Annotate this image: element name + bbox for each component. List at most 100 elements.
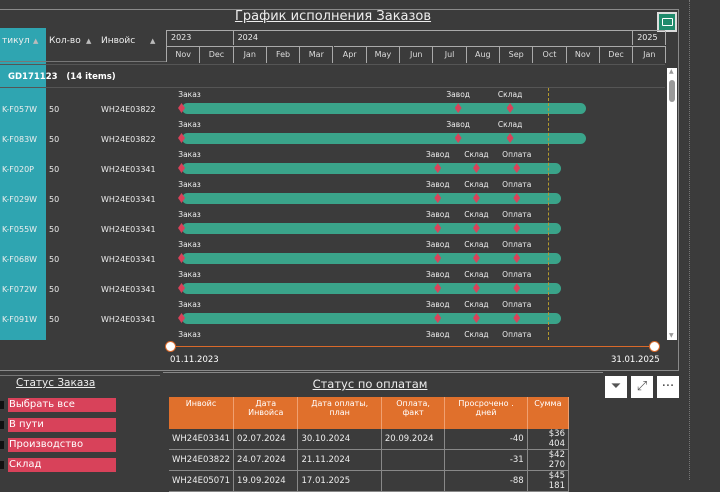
gantt-bar[interactable] — [181, 253, 562, 264]
gantt-bar[interactable] — [181, 313, 562, 324]
chart-title: График исполнения Заказов — [234, 9, 432, 24]
range-end-label: 31.01.2025 — [611, 355, 660, 365]
milestone-label: Склад — [497, 90, 523, 99]
milestone-label: Заказ — [178, 180, 201, 189]
divider — [689, 0, 690, 480]
column-header[interactable]: Дата Инвойса — [233, 397, 299, 429]
invoice-cell: WH24E03822 — [101, 135, 156, 144]
timeline-month: Aug — [466, 46, 500, 63]
article-cell[interactable]: K-F072W — [2, 285, 37, 294]
checkbox[interactable] — [0, 441, 4, 449]
scroll-up-icon[interactable]: ▲ — [669, 68, 674, 75]
scrollbar-thumb[interactable] — [669, 80, 675, 102]
milestone-label: Заказ — [178, 300, 201, 309]
gantt-bar[interactable] — [181, 223, 562, 234]
gantt-bar[interactable] — [181, 283, 562, 294]
filter-icon[interactable]: ⏷ — [605, 376, 627, 398]
timeline-month: Feb — [266, 46, 301, 63]
column-header-article[interactable]: тикул — [2, 36, 30, 46]
checkbox[interactable] — [0, 461, 4, 469]
group-count: (14 items) — [66, 72, 116, 82]
article-cell[interactable]: K-F091W — [2, 315, 37, 324]
article-cell[interactable]: K-F020P — [2, 165, 34, 174]
timeline-month: Jan — [233, 46, 267, 63]
gantt-bar[interactable] — [181, 163, 562, 174]
table-cell: $42 270 — [527, 449, 570, 471]
timeline-year: 2024 — [234, 31, 634, 45]
article-cell[interactable]: K-F055W — [2, 225, 37, 234]
column-header[interactable]: Оплата, факт — [381, 397, 446, 429]
column-header-qty[interactable]: Кол-во — [49, 36, 81, 46]
article-cell[interactable]: K-F029W — [2, 195, 37, 204]
sort-arrow-icon[interactable]: ▲ — [86, 37, 91, 45]
milestone-label: Заказ — [178, 120, 201, 129]
more-options-icon[interactable]: ··· — [657, 376, 679, 398]
payments-table: Инвойс Дата Инвойса Дата оплаты, план Оплат… — [169, 397, 570, 492]
checkbox[interactable] — [0, 401, 4, 409]
divider — [163, 372, 603, 373]
invoice-cell: WH24E03822 — [101, 105, 156, 114]
group-row[interactable]: GD171123 (14 items) — [0, 64, 665, 88]
invoice-cell: WH24E03341 — [101, 165, 156, 174]
sort-arrow-icon[interactable]: ▲ — [150, 37, 155, 45]
milestone-label: Склад — [497, 120, 523, 129]
timeline-month: Apr — [333, 46, 367, 63]
column-header[interactable]: Дата оплаты, план — [297, 397, 382, 429]
gantt-bar[interactable] — [181, 133, 586, 144]
milestone-label: Завод — [425, 270, 450, 279]
status-filter-item[interactable]: Производство — [8, 438, 116, 452]
payments-title: Статус по оплатам — [312, 377, 428, 391]
milestone-label: Оплата — [502, 210, 532, 219]
invoice-cell: WH24E03341 — [101, 195, 156, 204]
table-cell: WH24E03822 — [169, 449, 235, 471]
table-icon — [662, 18, 673, 26]
timeline-header: 2023 2024 2025 Nov Dec Jan Feb Mar Apr May Jun Jul A… — [166, 30, 667, 63]
milestone-label: Оплата — [502, 270, 532, 279]
status-filter-item[interactable]: Склад — [8, 458, 116, 472]
milestone-label: Завод — [425, 180, 450, 189]
table-row: WH24E05071 19.09.2024 17.01.2025 -88 $45 181 — [169, 470, 570, 492]
gantt-bar[interactable] — [181, 103, 586, 114]
milestone-label: Оплата — [502, 330, 532, 339]
milestone-label: Заказ — [178, 210, 201, 219]
milestone-label: Склад — [464, 270, 489, 279]
scroll-down-icon[interactable]: ▼ — [669, 332, 674, 339]
qty-cell: 50 — [49, 315, 60, 324]
column-header[interactable]: Просрочено . дней — [444, 397, 528, 429]
sort-arrow-icon[interactable]: ▲ — [33, 37, 38, 45]
article-cell[interactable]: K-F068W — [2, 255, 37, 264]
timeline-month: Oct — [533, 46, 567, 63]
table-cell: -31 — [444, 449, 528, 471]
column-header-invoice[interactable]: Инвойс — [101, 36, 135, 46]
status-filter-item[interactable]: Выбрать все — [8, 398, 116, 412]
vertical-scrollbar[interactable] — [667, 68, 677, 340]
status-filter-item[interactable]: В пути — [8, 418, 116, 432]
milestone-label: Склад — [464, 240, 489, 249]
table-cell: 19.09.2024 — [233, 470, 299, 492]
invoice-cell: WH24E03341 — [101, 225, 156, 234]
timeline-year: 2023 — [167, 31, 234, 45]
milestone-label: Заказ — [178, 330, 201, 339]
gantt-bar[interactable] — [181, 193, 562, 204]
checkbox[interactable] — [0, 421, 4, 429]
table-cell: WH24E03341 — [169, 429, 235, 450]
qty-cell: 50 — [49, 135, 60, 144]
invoice-cell: WH24E03341 — [101, 315, 156, 324]
table-row: WH24E03341 02.07.2024 30.10.2024 20.09.2024… — [169, 429, 570, 450]
table-cell: 02.07.2024 — [233, 429, 299, 450]
column-header[interactable]: Инвойс — [169, 397, 235, 429]
range-end-handle[interactable] — [649, 341, 660, 352]
table-cell: 24.07.2024 — [233, 449, 299, 471]
article-cell[interactable]: K-F057W — [2, 105, 37, 114]
column-header[interactable]: Сумма — [527, 397, 570, 429]
article-cell[interactable]: K-F083W — [2, 135, 37, 144]
range-start-handle[interactable] — [165, 341, 176, 352]
qty-cell: 50 — [49, 255, 60, 264]
qty-cell: 50 — [49, 285, 60, 294]
date-range-slider[interactable] — [170, 346, 654, 347]
timeline-month: Nov — [167, 46, 201, 63]
timeline-month: Sep — [500, 46, 534, 63]
focus-mode-icon[interactable]: ⤢ — [631, 376, 653, 398]
milestone-label: Оплата — [502, 150, 532, 159]
view-table-button[interactable] — [657, 12, 677, 32]
